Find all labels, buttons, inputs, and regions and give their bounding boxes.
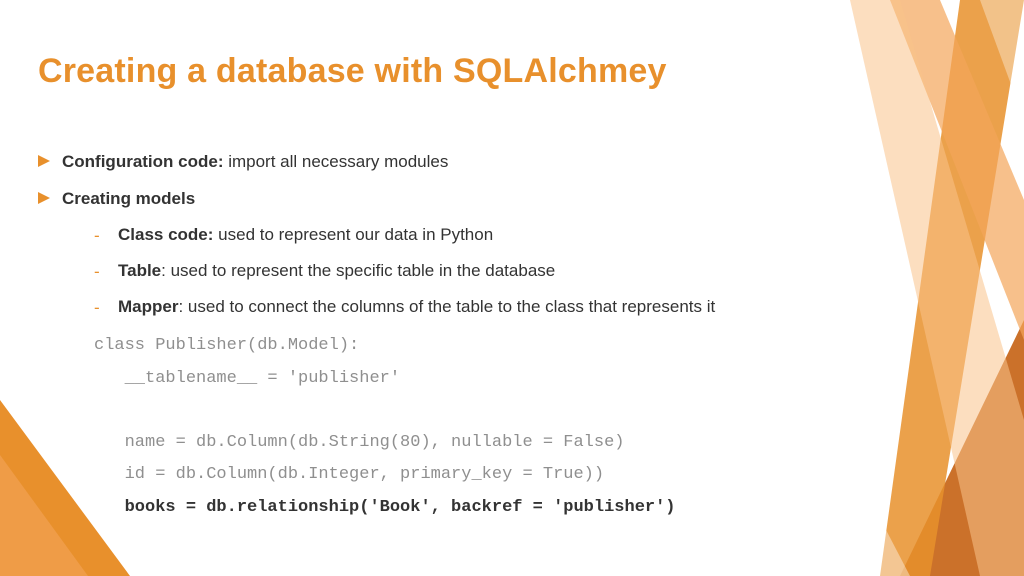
dash-bullet-icon: - — [94, 296, 108, 321]
sub-rest: used to represent our data in Python — [213, 225, 493, 244]
bullet-text: Configuration code: import all necessary… — [62, 150, 818, 175]
sub-rest: : used to represent the specific table i… — [161, 261, 555, 280]
slide-title: Creating a database with SQLAlchmey — [38, 52, 667, 91]
code-line: __tablename__ = 'publisher' — [94, 363, 818, 395]
code-line-bold: books = db.relationship('Book', backref … — [94, 492, 818, 524]
sub-bullet-item: - Class code: used to represent our data… — [94, 223, 818, 249]
bullet-item: Configuration code: import all necessary… — [38, 150, 818, 175]
bullet-item: Creating models — [38, 187, 818, 212]
code-line: id = db.Column(db.Integer, primary_key =… — [94, 459, 818, 491]
dash-bullet-icon: - — [94, 224, 108, 249]
slide-content: Configuration code: import all necessary… — [38, 150, 818, 524]
bullet-bold: Configuration code: — [62, 152, 223, 171]
code-line: class Publisher(db.Model): — [94, 330, 818, 362]
sub-bullet-list: - Class code: used to represent our data… — [94, 223, 818, 320]
bullet-text: Creating models — [62, 187, 818, 212]
sub-bullet-item: - Table: used to represent the specific … — [94, 259, 818, 285]
bullet-bold: Creating models — [62, 189, 195, 208]
sub-bullet-text: Class code: used to represent our data i… — [118, 223, 818, 248]
sub-bold: Mapper — [118, 297, 178, 316]
triangle-bullet-icon — [38, 192, 50, 204]
sub-bold: Class code: — [118, 225, 213, 244]
sub-bold: Table — [118, 261, 161, 280]
sub-bullet-text: Table: used to represent the specific ta… — [118, 259, 818, 284]
bullet-rest: import all necessary modules — [223, 152, 448, 171]
triangle-bullet-icon — [38, 155, 50, 167]
code-block: class Publisher(db.Model): __tablename__… — [94, 330, 818, 524]
sub-bullet-text: Mapper: used to connect the columns of t… — [118, 295, 818, 320]
code-line: name = db.Column(db.String(80), nullable… — [94, 427, 818, 459]
dash-bullet-icon: - — [94, 260, 108, 285]
sub-rest: : used to connect the columns of the tab… — [178, 297, 715, 316]
sub-bullet-item: - Mapper: used to connect the columns of… — [94, 295, 818, 321]
code-line — [94, 395, 818, 427]
slide: Creating a database with SQLAlchmey Conf… — [0, 0, 1024, 576]
